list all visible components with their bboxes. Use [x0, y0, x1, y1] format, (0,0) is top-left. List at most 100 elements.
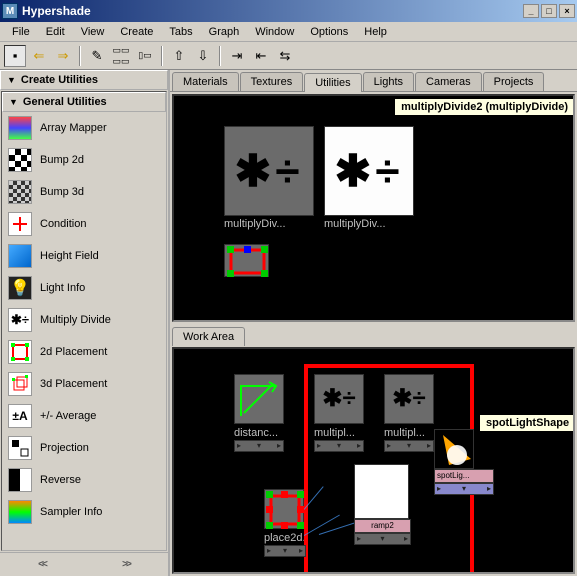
util-2d-placement[interactable]: 2d Placement	[2, 336, 166, 368]
nav-prev-icon[interactable]: <<	[38, 559, 46, 570]
tool-select-icon[interactable]: ▪	[4, 45, 26, 67]
node-footer[interactable]: ▸▾▸	[434, 483, 494, 495]
bump-2d-icon	[8, 148, 32, 172]
node-label: place2d...	[264, 531, 304, 545]
util-label: Light Info	[40, 282, 85, 294]
node-multiply-1[interactable]: ✱÷ multipl... ▸▾▸	[314, 374, 364, 452]
tool-layout1-icon[interactable]: ▭▭▭▭	[110, 45, 132, 67]
util-projection[interactable]: Projection	[2, 432, 166, 464]
util-label: Bump 2d	[40, 154, 84, 166]
tool-layout2-icon[interactable]: ▯▭	[134, 45, 156, 67]
tool-back-icon[interactable]: ⇐	[28, 45, 50, 67]
array-mapper-icon	[8, 116, 32, 140]
tool-forward-icon[interactable]: ⇒	[52, 45, 74, 67]
collapse-icon: ▼	[7, 75, 16, 85]
tool-clear-icon[interactable]: ✎	[86, 45, 108, 67]
util-label: +/- Average	[40, 410, 96, 422]
tool-output-icon[interactable]: ⇤	[250, 45, 272, 67]
menu-edit[interactable]: Edit	[38, 24, 73, 40]
node-ramp[interactable]: ramp2 ▸▾▸	[354, 464, 411, 545]
reverse-icon	[8, 468, 32, 492]
node-multiply-2[interactable]: ✱÷ multipl... ▸▾▸	[384, 374, 434, 452]
collapse-icon: ▼	[9, 97, 18, 107]
spotlight-icon	[434, 429, 474, 469]
sidebar-header[interactable]: ▼ Create Utilities	[0, 70, 168, 90]
window-title: Hypershade	[22, 4, 523, 18]
tool-input-icon[interactable]: ⇥	[226, 45, 248, 67]
node-footer[interactable]: ▸▾▸	[234, 440, 284, 452]
util-plus-minus-average[interactable]: ±A+/- Average	[2, 400, 166, 432]
node-label: distanc...	[234, 426, 284, 440]
util-height-field[interactable]: Height Field	[2, 240, 166, 272]
tab-textures[interactable]: Textures	[240, 72, 304, 91]
util-sampler-info[interactable]: Sampler Info	[2, 496, 166, 528]
multiply-divide-icon: ✱÷	[224, 126, 314, 216]
app-icon: M	[2, 3, 18, 19]
menu-tabs[interactable]: Tabs	[161, 24, 200, 40]
tab-lights[interactable]: Lights	[363, 72, 414, 91]
node-footer[interactable]: ▸▾▸	[264, 545, 306, 557]
ramp-icon	[354, 464, 409, 519]
titlebar: M Hypershade _ □ ×	[0, 0, 577, 22]
tab-cameras[interactable]: Cameras	[415, 72, 482, 91]
util-multiply-divide[interactable]: ✱÷Multiply Divide	[2, 304, 166, 336]
shader-tabs: Materials Textures Utilities Lights Came…	[170, 70, 577, 92]
menu-file[interactable]: File	[4, 24, 38, 40]
util-bump-3d[interactable]: Bump 3d	[2, 176, 166, 208]
tool-graph-up-icon[interactable]: ⇧	[168, 45, 190, 67]
util-label: Height Field	[40, 250, 99, 262]
tab-projects[interactable]: Projects	[483, 72, 545, 91]
util-label: 2d Placement	[40, 346, 107, 358]
node-footer[interactable]: ▸▾▸	[354, 533, 411, 545]
node-spotlight[interactable]: spotLightShape spotLig... ▸▾▸	[434, 429, 494, 495]
utility-list: ▼ General Utilities Array Mapper Bump 2d…	[1, 91, 167, 551]
node-footer[interactable]: ▸▾▸	[314, 440, 364, 452]
util-bump-2d[interactable]: Bump 2d	[2, 144, 166, 176]
minimize-button[interactable]: _	[523, 4, 539, 18]
util-array-mapper[interactable]: Array Mapper	[2, 112, 166, 144]
node-distance[interactable]: distanc... ▸▾▸	[234, 374, 284, 452]
menu-help[interactable]: Help	[356, 24, 395, 40]
group-title: General Utilities	[23, 96, 107, 108]
sidebar-nav: << >>	[0, 552, 168, 576]
place2d-icon	[224, 244, 269, 277]
util-reverse[interactable]: Reverse	[2, 464, 166, 496]
menu-window[interactable]: Window	[247, 24, 302, 40]
util-3d-placement[interactable]: 3d Placement	[2, 368, 166, 400]
tool-both-icon[interactable]: ⇆	[274, 45, 296, 67]
sampler-info-icon	[8, 500, 32, 524]
tooltip: spotLightShape	[479, 414, 575, 432]
tab-materials[interactable]: Materials	[172, 72, 239, 91]
node-footer[interactable]: ▸▾▸	[384, 440, 434, 452]
node-multiply-divide-2[interactable]: ✱÷ multiplyDiv...	[324, 126, 414, 230]
tooltip: multiplyDivide2 (multiplyDivide)	[394, 98, 575, 116]
node-multiply-divide-1[interactable]: ✱÷ multiplyDiv...	[224, 126, 314, 230]
tool-graph-down-icon[interactable]: ⇩	[192, 45, 214, 67]
distance-icon	[234, 374, 284, 424]
work-area-panel[interactable]: distanc... ▸▾▸ ✱÷ multipl... ▸▾▸ ✱÷ mult…	[172, 347, 575, 575]
close-button[interactable]: ×	[559, 4, 575, 18]
multiply-divide-icon: ✱÷	[314, 374, 364, 424]
menu-view[interactable]: View	[73, 24, 113, 40]
node-label-bar: ramp2	[354, 519, 411, 533]
menu-create[interactable]: Create	[112, 24, 161, 40]
util-condition[interactable]: Condition	[2, 208, 166, 240]
node-label-bar: spotLig...	[434, 469, 494, 483]
menu-options[interactable]: Options	[302, 24, 356, 40]
tab-work-area[interactable]: Work Area	[172, 327, 245, 346]
node-place2d-top[interactable]	[224, 244, 269, 277]
multiply-divide-icon: ✱÷	[324, 126, 414, 216]
shader-library-panel[interactable]: multiplyDivide2 (multiplyDivide) ✱÷ mult…	[172, 94, 575, 322]
condition-icon	[8, 212, 32, 236]
nav-next-icon[interactable]: >>	[122, 559, 130, 570]
group-header[interactable]: ▼ General Utilities	[2, 92, 166, 112]
util-light-info[interactable]: 💡Light Info	[2, 272, 166, 304]
util-label: Reverse	[40, 474, 81, 486]
menu-graph[interactable]: Graph	[201, 24, 248, 40]
multiply-divide-icon: ✱÷	[384, 374, 434, 424]
node-label: multipl...	[314, 426, 364, 440]
node-place2d[interactable]: place2d... ▸▾▸	[264, 489, 306, 557]
maximize-button[interactable]: □	[541, 4, 557, 18]
node-label: multiplyDiv...	[324, 218, 414, 230]
tab-utilities[interactable]: Utilities	[304, 73, 361, 92]
